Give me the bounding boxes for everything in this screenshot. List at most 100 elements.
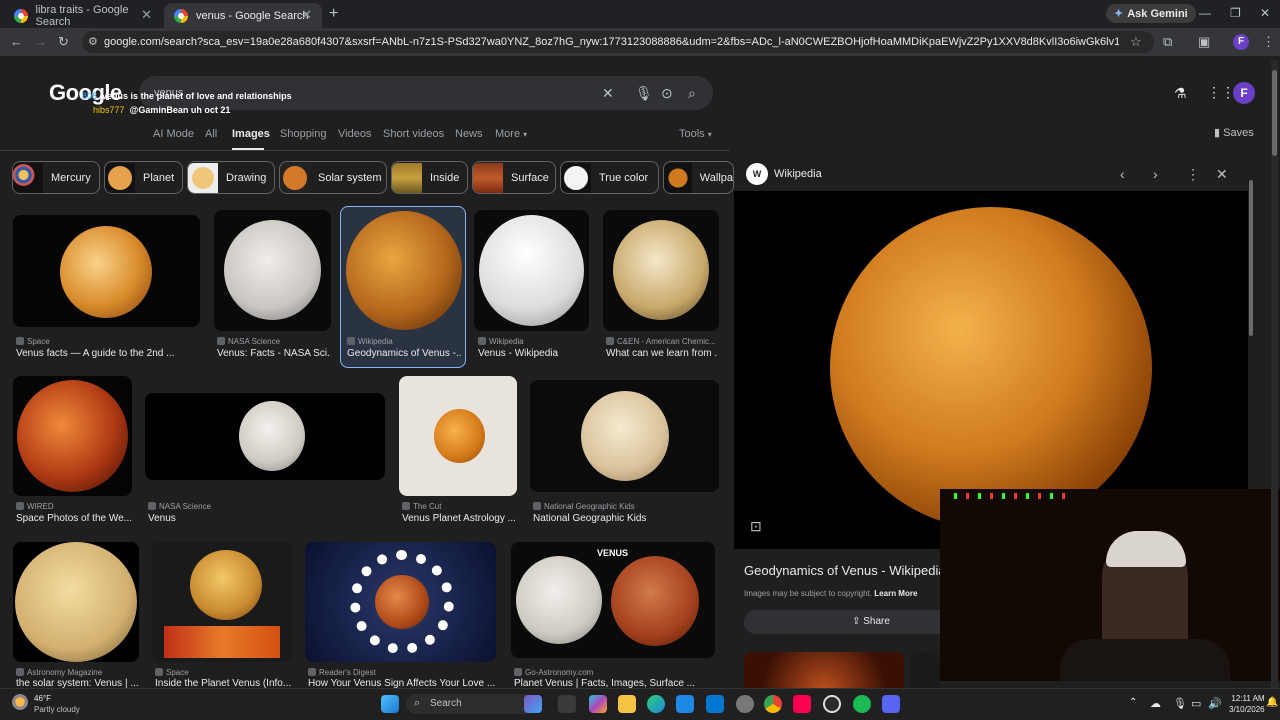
more-options-icon[interactable]: ⋮ (1186, 166, 1200, 183)
preview-title[interactable]: Geodynamics of Venus - Wikipedia (744, 563, 946, 578)
close-tab-icon[interactable]: ✕ (141, 7, 152, 23)
browser-profile-avatar[interactable]: F (1233, 34, 1249, 50)
bookmark-star-icon[interactable]: ☆ (1130, 34, 1142, 50)
search-icon[interactable]: ⌕ (688, 85, 696, 102)
result-image[interactable] (603, 210, 719, 331)
lens-search-icon[interactable]: ⊡ (750, 518, 762, 535)
learn-more-link[interactable]: Learn More (874, 589, 917, 598)
chip-wallpaper[interactable]: Wallpa (663, 161, 734, 194)
next-icon[interactable]: › (1153, 166, 1158, 182)
chip-surface[interactable]: Surface (472, 161, 556, 194)
new-tab-button[interactable]: + (329, 5, 338, 23)
result-title[interactable]: Venus (148, 513, 384, 524)
related-image[interactable] (910, 652, 940, 688)
saves-button[interactable]: ▮ Saves (1214, 126, 1254, 139)
close-tab-icon[interactable]: ✕ (301, 7, 312, 23)
site-info-icon[interactable]: ⚙ (88, 35, 98, 48)
result-image[interactable] (305, 542, 496, 662)
result-image[interactable] (474, 210, 589, 331)
close-window-button[interactable]: ✕ (1260, 6, 1270, 20)
google-account-avatar[interactable]: F (1233, 82, 1255, 104)
result-image[interactable] (13, 542, 139, 662)
tab-ai-mode[interactable]: AI Mode (153, 128, 194, 140)
tab-shopping[interactable]: Shopping (280, 128, 327, 140)
settings-icon[interactable] (736, 695, 754, 713)
related-image[interactable] (744, 652, 904, 688)
tab-libra[interactable]: libra traits - Google Search ✕ (4, 3, 162, 28)
taskbar-search[interactable]: Search (406, 694, 534, 714)
result-image[interactable] (13, 376, 132, 496)
microphone-icon[interactable]: 🎙 (635, 85, 653, 102)
copilot-icon[interactable] (589, 695, 607, 713)
onedrive-icon[interactable]: ☁ (1150, 697, 1161, 710)
result-image[interactable] (399, 376, 517, 496)
tab-all[interactable]: All (205, 128, 217, 140)
preview-source[interactable]: Wikipedia (774, 168, 822, 180)
weather-icon[interactable] (12, 694, 28, 710)
store-icon[interactable] (676, 695, 694, 713)
chip-inside[interactable]: Inside (391, 161, 468, 194)
obs-icon[interactable] (823, 695, 841, 713)
outlook-icon[interactable] (706, 695, 724, 713)
maximize-button[interactable]: ❐ (1230, 6, 1241, 20)
network-icon[interactable]: ▭ (1191, 697, 1201, 710)
start-icon[interactable] (381, 695, 399, 713)
ask-gemini-button[interactable]: ✦ Ask Gemini (1106, 4, 1196, 23)
apps-grid-icon[interactable]: ⋮⋮ (1207, 84, 1235, 101)
volume-icon[interactable]: 🔊 (1208, 697, 1222, 710)
chip-solar-system[interactable]: Solar system (279, 161, 387, 194)
lens-icon[interactable]: ⊙ (661, 85, 673, 102)
chip-planet[interactable]: Planet (104, 161, 183, 194)
widgets-icon[interactable] (524, 695, 542, 713)
tab-venus[interactable]: venus - Google Search ✕ (164, 3, 322, 28)
result-title[interactable]: Venus: Facts - NASA Sci... (217, 348, 331, 359)
tab-more[interactable]: More ▾ (495, 128, 527, 140)
reload-icon[interactable]: ↻ (58, 34, 69, 50)
file-explorer-icon[interactable] (618, 695, 636, 713)
result-title[interactable]: Space Photos of the We... (16, 513, 132, 524)
mic-icon[interactable]: 🎙 (1173, 697, 1187, 710)
tab-videos[interactable]: Videos (338, 128, 371, 140)
chrome-icon[interactable] (764, 695, 782, 713)
tab-short-videos[interactable]: Short videos (383, 128, 444, 140)
back-icon[interactable]: ← (10, 34, 23, 49)
result-title[interactable]: Geodynamics of Venus -... (347, 348, 461, 359)
result-title[interactable]: Venus - Wikipedia (478, 348, 588, 359)
result-image[interactable] (530, 380, 719, 492)
weather-widget[interactable]: 46°F Partly cloudy (34, 693, 80, 715)
tab-news[interactable]: News (455, 128, 483, 140)
chip-drawing[interactable]: Drawing (187, 161, 275, 194)
forward-icon[interactable]: → (34, 34, 47, 49)
notification-bell-icon[interactable]: 🔔 (1266, 697, 1278, 708)
url-text[interactable]: google.com/search?sca_esv=19a0e28a680f43… (104, 36, 1119, 48)
previous-icon[interactable]: ‹ (1120, 166, 1125, 182)
chip-true-color[interactable]: True color (560, 161, 659, 194)
result-title[interactable]: National Geographic Kids (533, 513, 719, 524)
result-image[interactable] (214, 210, 331, 331)
clock[interactable]: 12:11 AM 3/10/2026 (1229, 693, 1265, 715)
result-image[interactable]: VENUS (511, 542, 715, 658)
result-image[interactable] (145, 393, 385, 480)
task-view-icon[interactable] (558, 695, 576, 713)
labs-flask-icon[interactable]: ⚗ (1174, 85, 1187, 102)
minimize-button[interactable]: — (1199, 6, 1211, 20)
result-title[interactable]: Venus facts — A guide to the 2nd ... (16, 348, 201, 359)
scrollbar-thumb[interactable] (1272, 70, 1277, 156)
discord-icon[interactable] (882, 695, 900, 713)
tab-images[interactable]: Images (232, 128, 270, 140)
extensions-icon[interactable]: ⧉ (1163, 34, 1172, 50)
tray-chevron-icon[interactable]: ⌃ (1129, 697, 1137, 708)
result-image[interactable] (13, 215, 200, 327)
result-title[interactable]: Venus Planet Astrology ... (402, 513, 517, 524)
panel-scrollbar-thumb[interactable] (1249, 180, 1253, 336)
chip-mercury[interactable]: Mercury (12, 161, 100, 194)
menu-icon[interactable]: ⋮ (1262, 34, 1275, 50)
edge-icon[interactable] (647, 695, 665, 713)
clear-icon[interactable]: ✕ (602, 85, 614, 102)
close-preview-icon[interactable]: ✕ (1216, 166, 1228, 183)
result-image[interactable] (152, 542, 292, 662)
tools-button[interactable]: Tools ▾ (679, 128, 712, 140)
tiktok-icon[interactable] (793, 695, 811, 713)
side-panel-icon[interactable]: ▣ (1198, 34, 1210, 50)
spotify-icon[interactable] (853, 695, 871, 713)
